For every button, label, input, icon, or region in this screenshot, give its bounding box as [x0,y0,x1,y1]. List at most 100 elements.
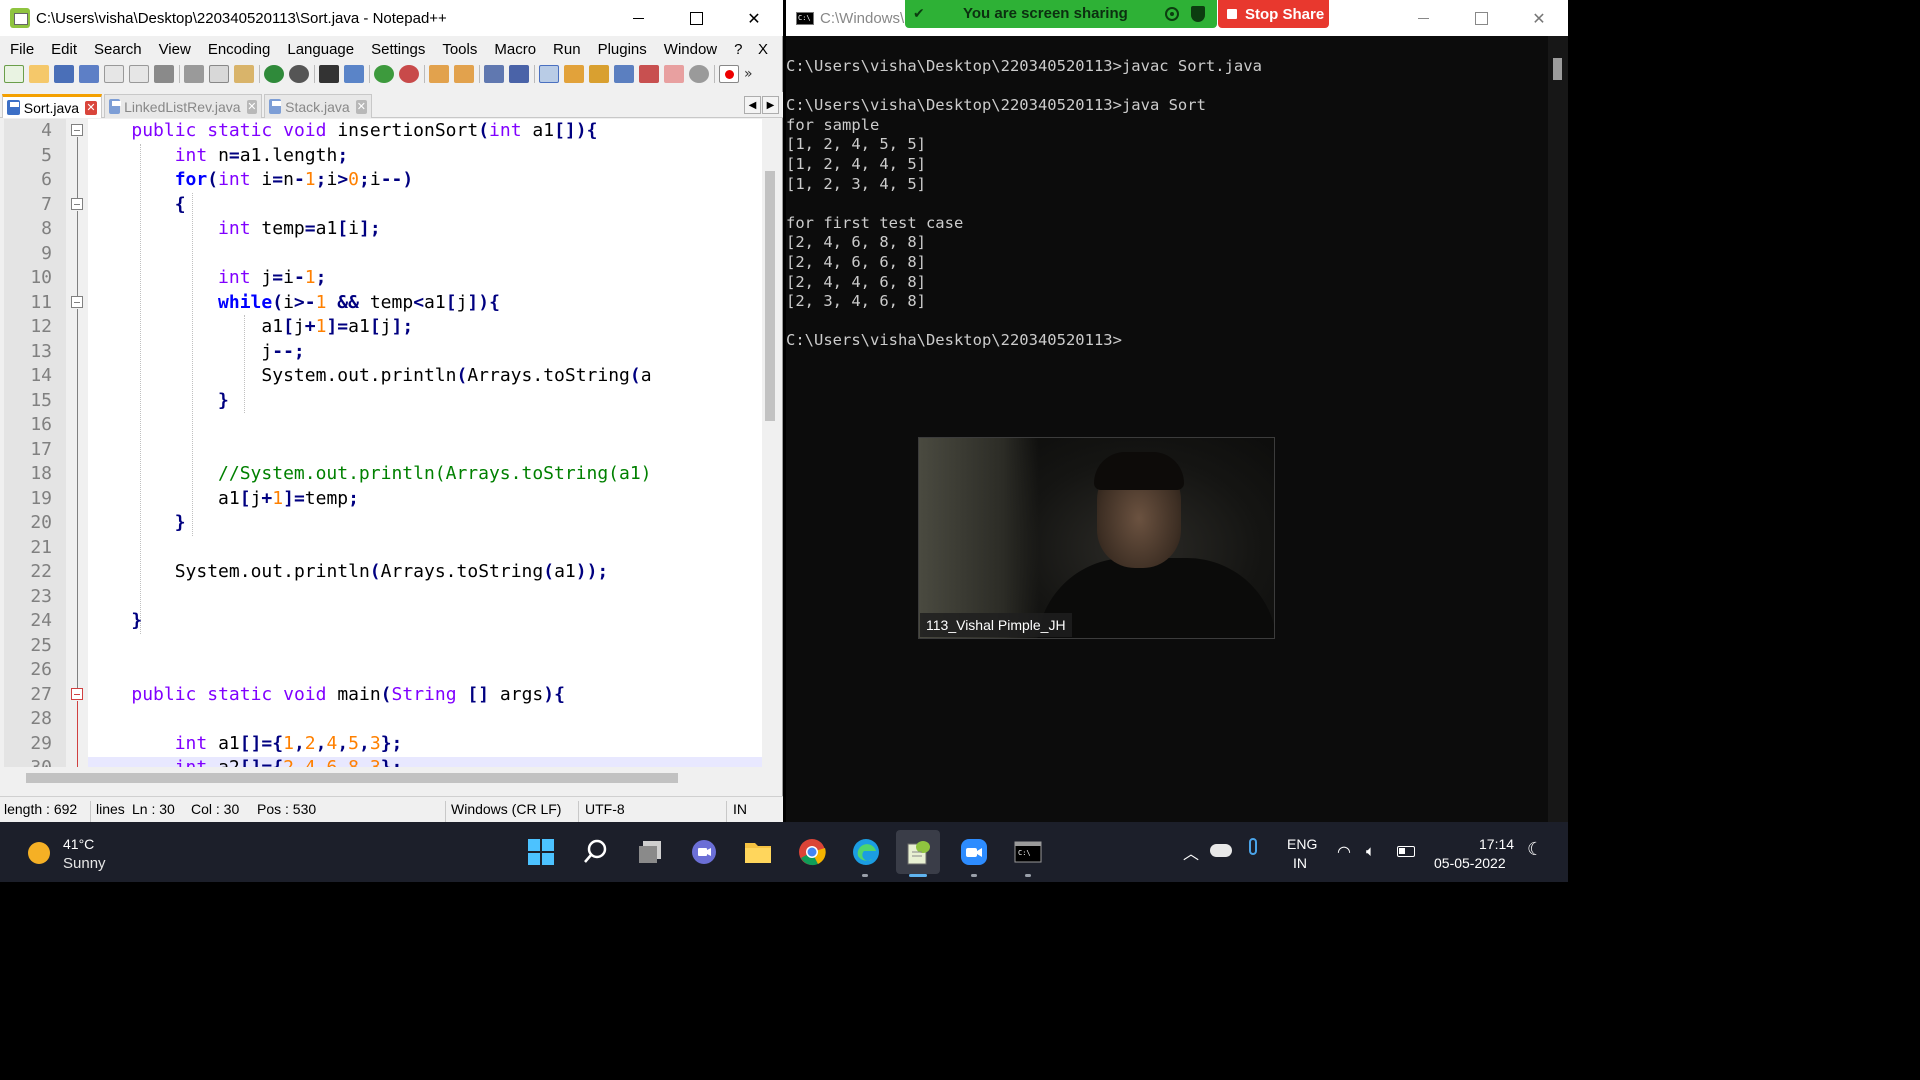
paste-icon[interactable] [234,65,254,83]
doc-map-icon[interactable] [564,65,584,83]
cmd-maximize-button[interactable] [1452,0,1510,36]
undo-icon[interactable] [264,65,284,83]
terminal-icon[interactable]: C:\ [1012,836,1044,868]
code-line[interactable]: } [88,609,142,634]
tab-scroll-right-icon[interactable]: ▶ [762,96,779,114]
menu-settings[interactable]: Settings [361,41,432,58]
tab-linkedlistrev-java[interactable]: LinkedListRev.java ✕ [104,94,262,118]
battery-icon[interactable] [1397,846,1415,857]
edge-icon[interactable] [850,836,882,868]
replace-icon[interactable] [344,65,364,83]
code-line[interactable]: } [88,389,229,414]
tab-close-icon[interactable]: ✕ [246,99,257,114]
tab-scroll-left-icon[interactable]: ◀ [744,96,761,114]
close-all-icon[interactable] [129,65,149,83]
code-line[interactable]: j--; [88,340,304,365]
code-line[interactable]: int a1[]={1,2,4,5,3}; [88,732,403,757]
folder-workspace-icon[interactable] [614,65,634,83]
horizontal-scrollbar[interactable] [4,770,762,786]
weather-condition[interactable]: Sunny [63,855,106,872]
minimize-button[interactable] [609,0,667,36]
volume-icon[interactable]: 🔈︎ [1366,842,1375,860]
fold-toggle-icon[interactable] [71,124,83,136]
notification-icon[interactable]: ☾ [1527,839,1543,860]
code-line[interactable]: } [88,511,186,536]
cmd-scrollbar[interactable] [1548,36,1568,822]
language-region[interactable]: IN [1293,855,1307,871]
tab-close-icon[interactable]: ✕ [85,100,97,115]
menu-tools[interactable]: Tools [432,41,484,58]
clock-time[interactable]: 17:14 [1479,836,1514,852]
share-indicator-icon[interactable] [1165,7,1179,21]
language-indicator[interactable]: ENG [1287,836,1317,852]
find-icon[interactable] [319,65,339,83]
open-file-icon[interactable] [29,65,49,83]
sun-icon[interactable] [28,842,50,864]
cmd-close-button[interactable] [1510,0,1568,36]
tab-close-icon[interactable]: ✕ [355,99,367,114]
onedrive-icon[interactable] [1210,844,1232,857]
wifi-icon[interactable]: ◠ [1337,842,1351,861]
code-line[interactable]: int j=i-1; [88,266,326,291]
menu-edit[interactable]: Edit [41,41,84,58]
code-line[interactable]: for(int i=n-1;i>0;i--) [88,168,414,193]
sync-horizontal-icon[interactable] [454,65,474,83]
save-all-icon[interactable] [79,65,99,83]
stop-share-button[interactable]: Stop Share [1218,0,1329,28]
sync-vertical-icon[interactable] [429,65,449,83]
cut-icon[interactable] [184,65,204,83]
menu-view[interactable]: View [149,41,198,58]
new-file-icon[interactable] [4,65,24,83]
code-editor[interactable]: 4 5 6 7 8 9 10 11 12 13 14 15 16 17 18 19 20 21 22 23 24 25 26… [4,119,778,767]
menu-plugins[interactable]: Plugins [588,41,654,58]
vertical-scrollbar[interactable] [762,119,778,767]
word-wrap-icon[interactable] [484,65,504,83]
code-line[interactable]: int a2[]={2,4,6,8,3}; [88,756,403,767]
menu-file[interactable]: File [0,41,41,58]
menu-language[interactable]: Language [277,41,361,58]
menu-window[interactable]: Window [654,41,724,58]
menu-help[interactable]: ? [724,41,749,58]
close-document-button[interactable]: X [748,41,775,58]
search-icon[interactable] [580,836,612,868]
code-line[interactable]: int temp=a1[i]; [88,217,381,242]
code-line[interactable]: int n=a1.length; [88,144,348,169]
zoom-out-icon[interactable] [399,65,419,83]
maximize-button[interactable] [667,0,725,36]
weather-temperature[interactable]: 41°C [63,836,94,852]
code-line[interactable]: System.out.println(Arrays.toString(a [88,364,651,389]
copy-icon[interactable] [209,65,229,83]
code-line[interactable]: public static void insertionSort(int a1[… [88,119,597,144]
macro-record-icon[interactable] [664,65,684,83]
chat-icon[interactable] [688,836,720,868]
tab-sort-java[interactable]: Sort.java ✕ [2,94,102,118]
redo-icon[interactable] [289,65,309,83]
save-icon[interactable] [54,65,74,83]
zoom-in-icon[interactable] [374,65,394,83]
code-line[interactable]: //System.out.println(Arrays.toString(a1) [88,462,651,487]
menu-encoding[interactable]: Encoding [198,41,278,58]
monitoring-icon[interactable] [639,65,659,83]
console-output[interactable]: C:\Users\visha\Desktop\220340520113>java… [786,57,1546,351]
notepadpp-title-bar[interactable]: C:\Users\visha\Desktop\220340520113\Sort… [0,0,783,36]
fold-toggle-icon[interactable] [71,198,83,210]
show-all-chars-icon[interactable] [509,65,529,83]
notepadpp-icon[interactable] [896,830,940,874]
zoom-icon[interactable] [958,836,990,868]
menu-run[interactable]: Run [543,41,588,58]
close-button[interactable] [725,0,783,36]
tab-stack-java[interactable]: Stack.java ✕ [264,94,372,118]
code-line[interactable]: { [88,193,186,218]
code-line[interactable]: a1[j+1]=temp; [88,487,359,512]
microphone-icon[interactable] [1249,838,1257,855]
code-line[interactable]: while(i>-1 && temp<a1[j]){ [88,291,500,316]
menu-search[interactable]: Search [84,41,149,58]
code-area[interactable]: public static void insertionSort(int a1[… [88,119,762,767]
fold-toggle-icon[interactable] [71,296,83,308]
clock-date[interactable]: 05-05-2022 [1434,855,1506,871]
eye-icon[interactable] [689,65,709,83]
function-list-icon[interactable] [589,65,609,83]
close-file-icon[interactable] [104,65,124,83]
cmd-minimize-button[interactable] [1394,0,1452,36]
start-icon[interactable] [525,836,557,868]
